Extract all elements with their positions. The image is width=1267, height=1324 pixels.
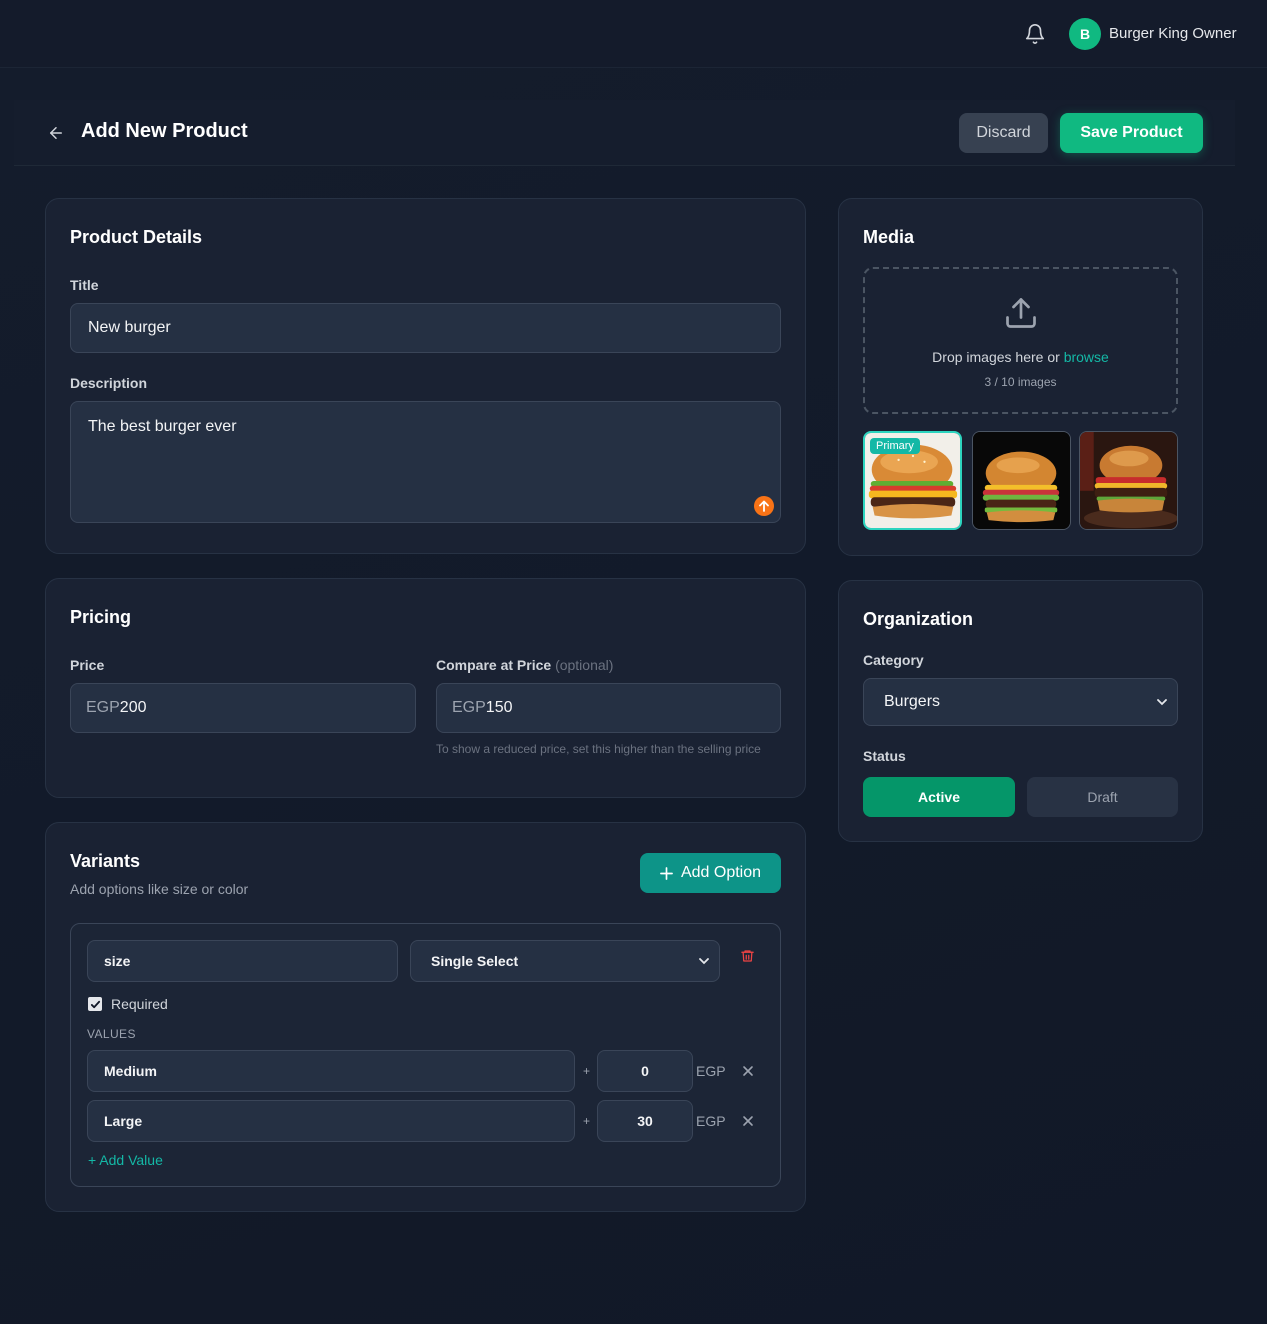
chevron-down-icon bbox=[1157, 699, 1167, 706]
plus-icon bbox=[660, 866, 673, 880]
check-icon bbox=[90, 1000, 100, 1008]
value-currency: EGP bbox=[696, 1113, 726, 1129]
trash-icon[interactable] bbox=[740, 948, 755, 964]
status-label: Status bbox=[863, 748, 906, 764]
product-image-primary[interactable]: Primary bbox=[863, 431, 962, 530]
arrow-up-icon[interactable] bbox=[754, 496, 774, 516]
title-input-value: New burger bbox=[88, 319, 171, 336]
description-label: Description bbox=[70, 375, 148, 391]
status-active-button[interactable]: Active bbox=[863, 777, 1015, 817]
plus-sign: + bbox=[583, 1064, 591, 1078]
drop-text: Drop images here or browse bbox=[932, 349, 1109, 365]
title-input[interactable]: New burger bbox=[70, 303, 781, 353]
add-option-label: Add Option bbox=[680, 864, 762, 881]
media-card: Media Drop images here or browse 3 / 10 … bbox=[838, 198, 1203, 556]
organization-card: Organization Category Burgers Status Act… bbox=[838, 580, 1203, 842]
compare-price-value: 150 bbox=[485, 699, 513, 716]
image-count: 3 / 10 images bbox=[984, 375, 1057, 389]
compare-currency-prefix: EGP bbox=[452, 699, 486, 716]
price-currency-prefix: EGP bbox=[86, 699, 120, 716]
bell-icon[interactable] bbox=[1024, 22, 1046, 46]
description-textarea[interactable]: The best burger ever bbox=[70, 401, 781, 523]
value-price-input[interactable]: 0 bbox=[597, 1050, 693, 1092]
value-name: Medium bbox=[104, 1063, 157, 1079]
product-image[interactable] bbox=[972, 431, 1071, 530]
category-value: Burgers bbox=[884, 693, 941, 710]
compare-price-hint: To show a reduced price, set this higher… bbox=[436, 742, 761, 756]
product-details-card: Product Details Title New burger Descrip… bbox=[45, 198, 806, 554]
category-label: Category bbox=[863, 652, 924, 668]
option-box: size Single Select Required VALUES Mediu… bbox=[70, 923, 781, 1187]
required-checkbox[interactable] bbox=[88, 997, 102, 1011]
value-price-input[interactable]: 30 bbox=[597, 1100, 693, 1142]
image-dropzone[interactable]: Drop images here or browse 3 / 10 images bbox=[863, 267, 1178, 414]
save-product-button[interactable]: Save Product bbox=[1060, 113, 1203, 153]
plus-sign: + bbox=[583, 1114, 591, 1128]
value-price: 30 bbox=[637, 1113, 653, 1129]
close-icon[interactable] bbox=[742, 1065, 754, 1077]
close-icon[interactable] bbox=[742, 1115, 754, 1127]
title-label: Title bbox=[70, 277, 99, 293]
add-value-link[interactable]: + Add Value bbox=[88, 1152, 163, 1168]
product-image[interactable] bbox=[1079, 431, 1178, 530]
compare-price-input[interactable]: EGP 150 bbox=[436, 683, 781, 733]
media-heading: Media bbox=[863, 227, 915, 247]
required-label: Required bbox=[111, 996, 168, 1012]
organization-heading: Organization bbox=[863, 609, 974, 629]
page-header: Add New Product Discard Save Product bbox=[14, 100, 1235, 166]
burger-image bbox=[1080, 432, 1177, 529]
value-currency: EGP bbox=[696, 1063, 726, 1079]
value-name: Large bbox=[104, 1113, 143, 1129]
variants-heading: Variants bbox=[70, 851, 141, 871]
burger-image bbox=[973, 432, 1070, 529]
product-details-heading: Product Details bbox=[70, 227, 203, 247]
pricing-card: Pricing Price EGP 200 Compare at Price (… bbox=[45, 578, 806, 798]
avatar[interactable]: B bbox=[1069, 18, 1101, 50]
back-arrow-icon[interactable] bbox=[46, 124, 66, 142]
add-option-button[interactable]: Add Option bbox=[640, 853, 781, 893]
variants-card: Variants Add options like size or color … bbox=[45, 822, 806, 1212]
value-name-input[interactable]: Large bbox=[87, 1100, 575, 1142]
top-bar: B Burger King Owner bbox=[0, 0, 1267, 68]
price-value: 200 bbox=[119, 699, 147, 716]
option-type-value: Single Select bbox=[431, 953, 519, 969]
upload-icon bbox=[1006, 298, 1036, 328]
values-heading: VALUES bbox=[87, 1027, 136, 1041]
variants-subtitle: Add options like size or color bbox=[70, 881, 249, 897]
description-value: The best burger ever bbox=[88, 418, 237, 435]
discard-button[interactable]: Discard bbox=[959, 113, 1048, 153]
primary-badge: Primary bbox=[870, 438, 920, 454]
chevron-down-icon bbox=[699, 958, 709, 965]
optional-tag: (optional) bbox=[555, 657, 614, 673]
pricing-heading: Pricing bbox=[70, 607, 132, 627]
compare-price-label: Compare at Price (optional) bbox=[436, 657, 614, 673]
category-select[interactable]: Burgers bbox=[863, 678, 1178, 726]
option-type-select[interactable]: Single Select bbox=[410, 940, 720, 982]
price-input[interactable]: EGP 200 bbox=[70, 683, 416, 733]
option-name-value: size bbox=[104, 953, 131, 969]
browse-link[interactable]: browse bbox=[1064, 349, 1109, 365]
option-name-input[interactable]: size bbox=[87, 940, 398, 982]
user-name[interactable]: Burger King Owner bbox=[1109, 25, 1237, 42]
status-draft-button[interactable]: Draft bbox=[1027, 777, 1178, 817]
price-label: Price bbox=[70, 657, 105, 673]
page-title: Add New Product bbox=[81, 120, 248, 142]
value-price: 0 bbox=[641, 1063, 649, 1079]
value-name-input[interactable]: Medium bbox=[87, 1050, 575, 1092]
